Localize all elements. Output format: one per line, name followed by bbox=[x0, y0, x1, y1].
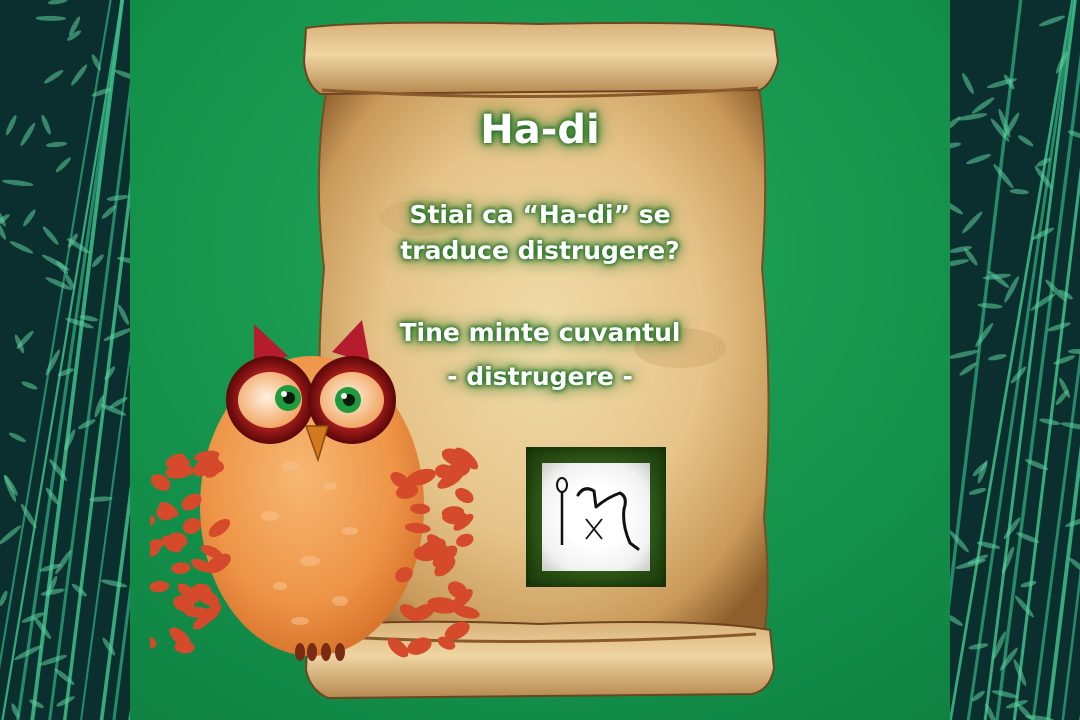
bamboo-leaf bbox=[114, 69, 130, 81]
bamboo-leaf bbox=[0, 590, 8, 607]
owl-feather-leaf bbox=[171, 562, 191, 574]
bamboo-leaf bbox=[1014, 595, 1034, 618]
bamboo-leaf bbox=[118, 304, 130, 325]
bamboo-leaf bbox=[9, 241, 34, 254]
bamboo-leaf bbox=[950, 350, 979, 359]
bamboo-leaf bbox=[103, 327, 130, 341]
bamboo-leaf bbox=[71, 64, 88, 86]
bamboo-leaf bbox=[1053, 355, 1076, 365]
bamboo-leaf bbox=[1068, 348, 1080, 354]
bamboo-leaf bbox=[1004, 276, 1020, 303]
bamboo-leaf bbox=[975, 322, 994, 347]
bamboo-leaf bbox=[39, 654, 68, 666]
bamboo-leaf bbox=[988, 354, 1007, 361]
bamboo-pattern-left bbox=[0, 0, 130, 720]
hieroglyph-tile bbox=[542, 463, 650, 571]
bamboo-leaf bbox=[964, 248, 978, 266]
bamboo-leaf bbox=[1001, 546, 1015, 574]
bamboo-leaf bbox=[950, 200, 963, 215]
bamboo-leaf bbox=[950, 614, 963, 626]
bamboo-leaf bbox=[1017, 135, 1034, 147]
bamboo-leaf bbox=[955, 559, 986, 569]
bamboo-leaf bbox=[42, 226, 59, 245]
bamboo-leaf bbox=[44, 70, 64, 84]
hieroglyph-ha-di-icon bbox=[556, 477, 640, 551]
bamboo-leaf bbox=[950, 259, 970, 267]
question-line-1: Stiai ca “Ha-di” se bbox=[409, 200, 671, 229]
bamboo-leaf bbox=[45, 141, 68, 148]
bamboo-leaf bbox=[1020, 580, 1037, 588]
bamboo-leaf bbox=[977, 303, 1003, 309]
bamboo-leaf bbox=[1068, 557, 1080, 573]
bamboo-leaf bbox=[966, 154, 992, 165]
bamboo-leaf bbox=[55, 157, 71, 173]
bamboo-leaf bbox=[100, 579, 128, 588]
bamboo-leaf bbox=[35, 15, 67, 21]
bamboo-leaf bbox=[1047, 322, 1071, 332]
bamboo-leaf bbox=[91, 254, 104, 268]
bamboo-leaf bbox=[1030, 293, 1056, 311]
bamboo-stalk bbox=[48, 81, 130, 720]
owl-feather-leaf bbox=[150, 633, 157, 650]
bamboo-leaf bbox=[21, 381, 38, 390]
bamboo-leaf bbox=[962, 211, 983, 234]
slide: Ha-di Stiai ca “Ha-di” se traduce distru… bbox=[0, 0, 1080, 720]
bamboo-leaf bbox=[950, 142, 962, 149]
bamboo-leaf bbox=[962, 73, 974, 95]
owl-feather-leaf bbox=[150, 580, 170, 593]
owl-feather-leaf bbox=[455, 488, 474, 504]
bamboo-leaf bbox=[47, 0, 68, 5]
bamboo-pattern-right bbox=[950, 0, 1080, 720]
bamboo-leaf bbox=[991, 690, 1018, 698]
bamboo-leaf bbox=[1009, 189, 1029, 195]
bamboo-leaf bbox=[20, 122, 36, 147]
bamboo-leaf bbox=[8, 432, 26, 443]
bamboo-leaf bbox=[993, 163, 1014, 189]
owl-feather-leaf bbox=[150, 514, 156, 528]
bamboo-art-right bbox=[950, 0, 1080, 720]
bamboo-leaf bbox=[41, 114, 51, 135]
owl-mascot-icon bbox=[150, 320, 480, 661]
owl-feather-leaf bbox=[182, 517, 202, 535]
bamboo-leaf bbox=[1038, 15, 1066, 27]
bamboo-leaf bbox=[2, 179, 34, 187]
question-line-2: traduce distrugere? bbox=[400, 236, 680, 265]
bamboo-leaf bbox=[971, 97, 995, 114]
card-title: Ha-di bbox=[480, 107, 600, 153]
owl-feather-leaf bbox=[456, 533, 474, 547]
bamboo-art-left bbox=[0, 0, 130, 720]
bamboo-leaf bbox=[5, 115, 17, 136]
bamboo-leaf bbox=[950, 530, 969, 553]
bamboo-leaf bbox=[950, 116, 961, 132]
owl-feather-leaf bbox=[407, 637, 432, 655]
bamboo-leaf bbox=[23, 209, 36, 227]
bamboo-leaf bbox=[109, 397, 128, 409]
bamboo-leaf bbox=[968, 488, 987, 495]
hieroglyph-frame bbox=[526, 447, 666, 587]
